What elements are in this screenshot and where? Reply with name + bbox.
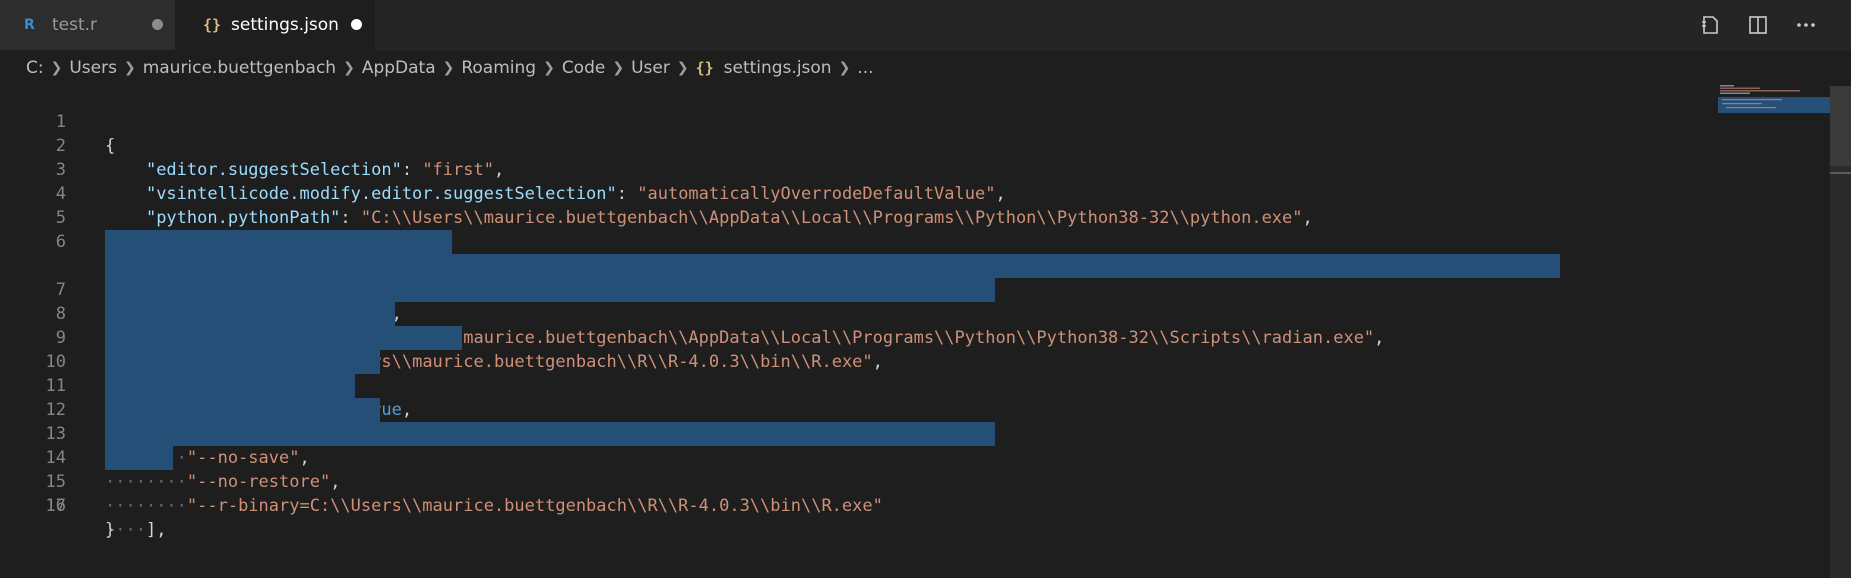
breadcrumb-item[interactable]: Users: [69, 58, 117, 78]
code-line[interactable]: 12 ····"r.rterm.option": [: [0, 350, 1700, 444]
selection-highlight: [105, 422, 995, 446]
selection-highlight: [105, 398, 380, 422]
code-line[interactable]: 9 ····"r.lsp.path": "C:\\Users\\maurice.…: [0, 278, 1700, 372]
code-line[interactable]: 10 ····"r.lsp.debug": true,: [0, 302, 1700, 396]
code-line[interactable]: 11 ····"r.lsp.diagnostics": true,: [0, 326, 1700, 420]
code-line[interactable]: 6: [0, 206, 1700, 252]
r-language-icon: R: [24, 17, 35, 33]
chevron-right-icon: ❯: [50, 60, 63, 76]
code-line[interactable]: 17 }: [0, 470, 1700, 540]
code-editor[interactable]: 1 { 2 "editor.suggestSelection": "first"…: [0, 86, 1851, 578]
tab-label: test.r: [52, 15, 98, 35]
scrollbar-cursor-marker: [1830, 172, 1851, 174]
tab-label: settings.json: [231, 15, 339, 35]
breadcrumb: C: ❯ Users ❯ maurice.buettgenbach ❯ AppD…: [0, 50, 1851, 86]
selection-highlight: [105, 374, 355, 398]
code-line[interactable]: 16 ····],: [0, 446, 1700, 540]
breadcrumb-file[interactable]: {} settings.json: [696, 58, 832, 78]
selection-highlight: [105, 326, 462, 350]
json-braces-icon: {}: [203, 16, 222, 34]
code-line[interactable]: 2 "editor.suggestSelection": "first",: [0, 110, 1700, 180]
breadcrumb-file-label: settings.json: [723, 58, 832, 78]
json-braces-icon: {}: [695, 59, 714, 77]
breadcrumb-item[interactable]: User: [631, 58, 670, 78]
selection-highlight: [105, 302, 395, 326]
chevron-right-icon: ❯: [676, 60, 689, 76]
chevron-right-icon: ❯: [612, 60, 625, 76]
line-number: 17: [45, 496, 66, 516]
selection-highlight: [105, 230, 452, 254]
chevron-right-icon: ❯: [838, 60, 851, 76]
breadcrumb-item[interactable]: AppData: [362, 58, 436, 78]
breadcrumb-symbols[interactable]: ...: [857, 58, 873, 78]
selection-highlight: [105, 446, 173, 470]
open-json-settings-icon[interactable]: [1695, 10, 1725, 40]
breadcrumb-item[interactable]: C:: [26, 58, 44, 78]
code-line[interactable]: 1 {: [0, 86, 1700, 156]
selection-highlight: [105, 350, 380, 374]
breadcrumb-item[interactable]: Code: [562, 58, 606, 78]
tab-test-r[interactable]: R test.r: [0, 0, 176, 50]
brace: }: [105, 520, 116, 540]
editor-actions: [1695, 10, 1821, 40]
vertical-scrollbar[interactable]: [1830, 86, 1851, 578]
code-line[interactable]: 14 ········"--no-restore",: [0, 398, 1700, 492]
editor-tab-bar: R test.r {} settings.json: [0, 0, 1851, 50]
comma: ,: [156, 520, 167, 540]
json-value: "--r-binary=C:\\Users\\maurice.buettgenb…: [186, 496, 883, 516]
split-editor-icon[interactable]: [1743, 10, 1773, 40]
code-line[interactable]: 4 "python.pythonPath": "C:\\Users\\mauri…: [0, 158, 1700, 228]
minimap[interactable]: [1718, 85, 1830, 115]
breadcrumb-item[interactable]: maurice.buettgenbach: [143, 58, 336, 78]
selection-highlight: [105, 278, 995, 302]
code-line[interactable]: 3 "vsintellicode.modify.editor.suggestSe…: [0, 134, 1700, 204]
code-line[interactable]: 5 "window.zoomLevel": 0,: [0, 182, 1700, 252]
breadcrumb-item[interactable]: Roaming: [461, 58, 536, 78]
chevron-right-icon: ❯: [343, 60, 355, 76]
code-line[interactable]: 7 ····"r.bracketedPaste": true,: [0, 230, 1700, 324]
code-line[interactable]: 13 ········"--no-save",: [0, 374, 1700, 468]
chevron-right-icon: ❯: [442, 60, 455, 76]
unsaved-dot-icon[interactable]: [152, 19, 163, 30]
unsaved-dot-icon[interactable]: [351, 19, 362, 30]
code-line[interactable]: 8 ····"r.rterm.windows": "C:\\Users\\mau…: [0, 254, 1700, 348]
whitespace-marker: ········: [105, 496, 187, 516]
chevron-right-icon: ❯: [543, 60, 555, 76]
bracket: ]: [145, 520, 157, 540]
scrollbar-thumb[interactable]: [1830, 86, 1851, 166]
code-line[interactable]: 15 ········"--r-binary=C:\\Users\\mauric…: [0, 422, 1700, 516]
more-actions-icon[interactable]: [1791, 10, 1821, 40]
selection-highlight: [105, 254, 1560, 278]
chevron-right-icon: ❯: [123, 60, 136, 76]
tab-settings-json[interactable]: {} settings.json: [175, 0, 375, 50]
